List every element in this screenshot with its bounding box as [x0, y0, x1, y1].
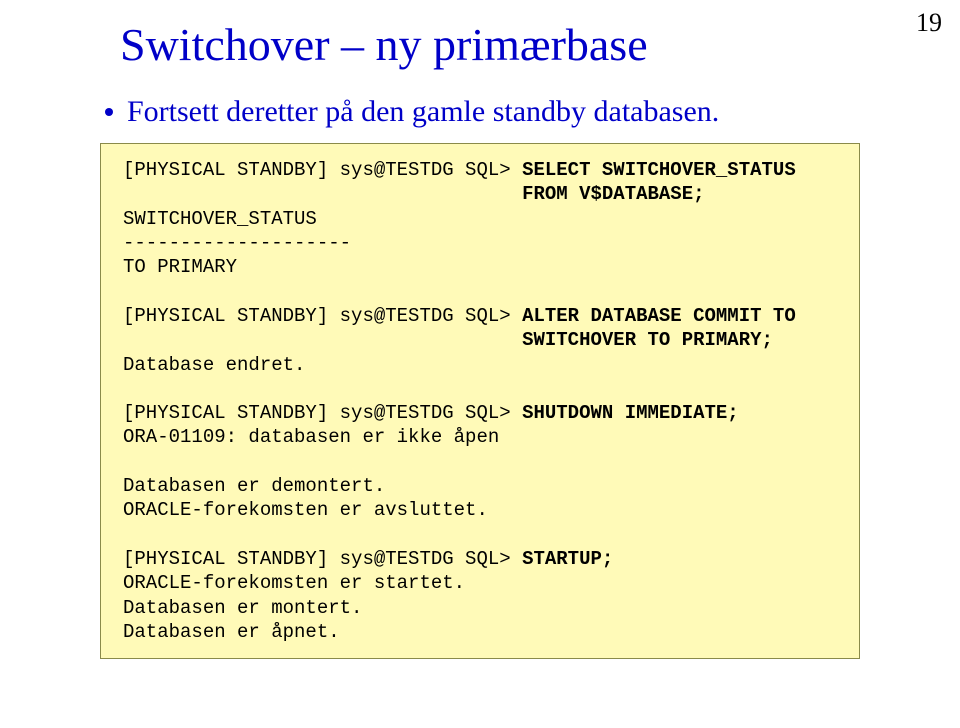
code-line: Databasen er montert.	[123, 597, 362, 619]
bullet-line: Fortsett deretter på den gamle standby d…	[105, 95, 900, 129]
code-bold: ALTER DATABASE COMMIT TO	[522, 305, 796, 327]
code-line: ORA-01109: databasen er ikke åpen	[123, 426, 499, 448]
bullet-text: Fortsett deretter på den gamle standby d…	[127, 95, 719, 129]
code-line	[123, 329, 522, 351]
code-line: Databasen er åpnet.	[123, 621, 340, 643]
code-line	[123, 183, 522, 205]
code-blank	[123, 281, 134, 303]
slide-title: Switchover – ny primærbase	[120, 18, 900, 71]
code-blank	[123, 378, 134, 400]
code-line: [PHYSICAL STANDBY] sys@TESTDG SQL>	[123, 159, 522, 181]
code-line: [PHYSICAL STANDBY] sys@TESTDG SQL>	[123, 402, 522, 424]
bullet-icon	[105, 108, 113, 116]
code-bold: FROM V$DATABASE;	[522, 183, 704, 205]
page-number: 19	[916, 8, 942, 38]
code-bold: SWITCHOVER TO PRIMARY;	[522, 329, 773, 351]
code-line: [PHYSICAL STANDBY] sys@TESTDG SQL>	[123, 305, 522, 327]
code-box: [PHYSICAL STANDBY] sys@TESTDG SQL> SELEC…	[100, 143, 860, 659]
code-bold: STARTUP;	[522, 548, 613, 570]
code-line: Databasen er demontert.	[123, 475, 385, 497]
code-line: [PHYSICAL STANDBY] sys@TESTDG SQL>	[123, 548, 522, 570]
slide-page: 19 Switchover – ny primærbase Fortsett d…	[0, 0, 960, 659]
code-line: ORACLE-forekomsten er startet.	[123, 572, 465, 594]
code-line: SWITCHOVER_STATUS	[123, 208, 317, 230]
code-line: TO PRIMARY	[123, 256, 237, 278]
code-bold: SELECT SWITCHOVER_STATUS	[522, 159, 796, 181]
code-blank	[123, 524, 134, 546]
code-line: Database endret.	[123, 354, 305, 376]
code-line: ORACLE-forekomsten er avsluttet.	[123, 499, 488, 521]
code-bold: SHUTDOWN IMMEDIATE;	[522, 402, 739, 424]
code-line: --------------------	[123, 232, 351, 254]
code-blank	[123, 451, 134, 473]
